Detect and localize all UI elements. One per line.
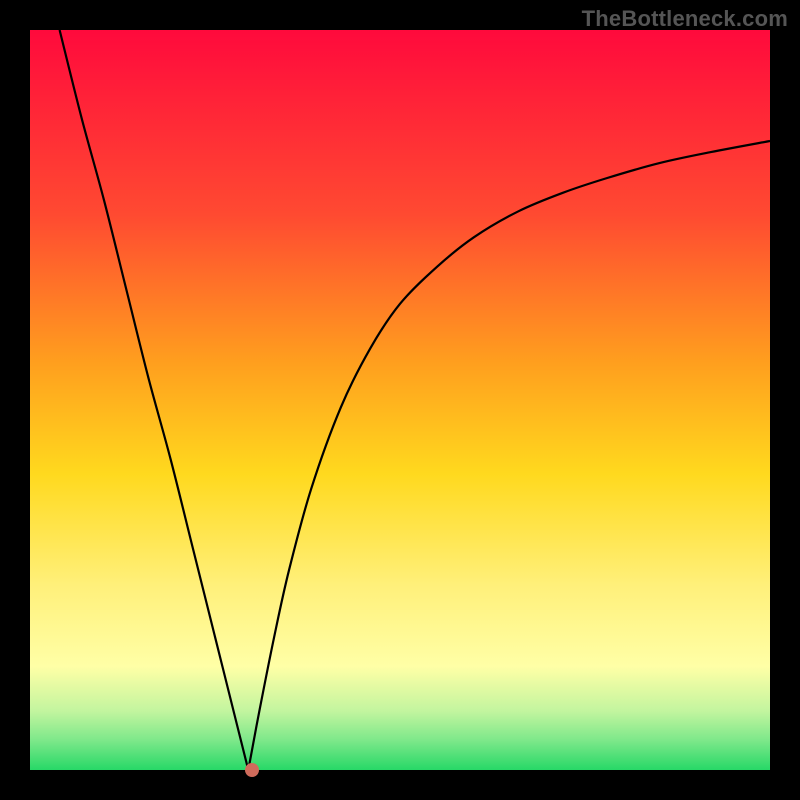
chart-frame: TheBottleneck.com — [0, 0, 800, 800]
plot-area — [30, 30, 770, 770]
bottleneck-curve — [30, 30, 770, 770]
watermark-text: TheBottleneck.com — [582, 6, 788, 32]
minimum-marker — [245, 763, 259, 777]
